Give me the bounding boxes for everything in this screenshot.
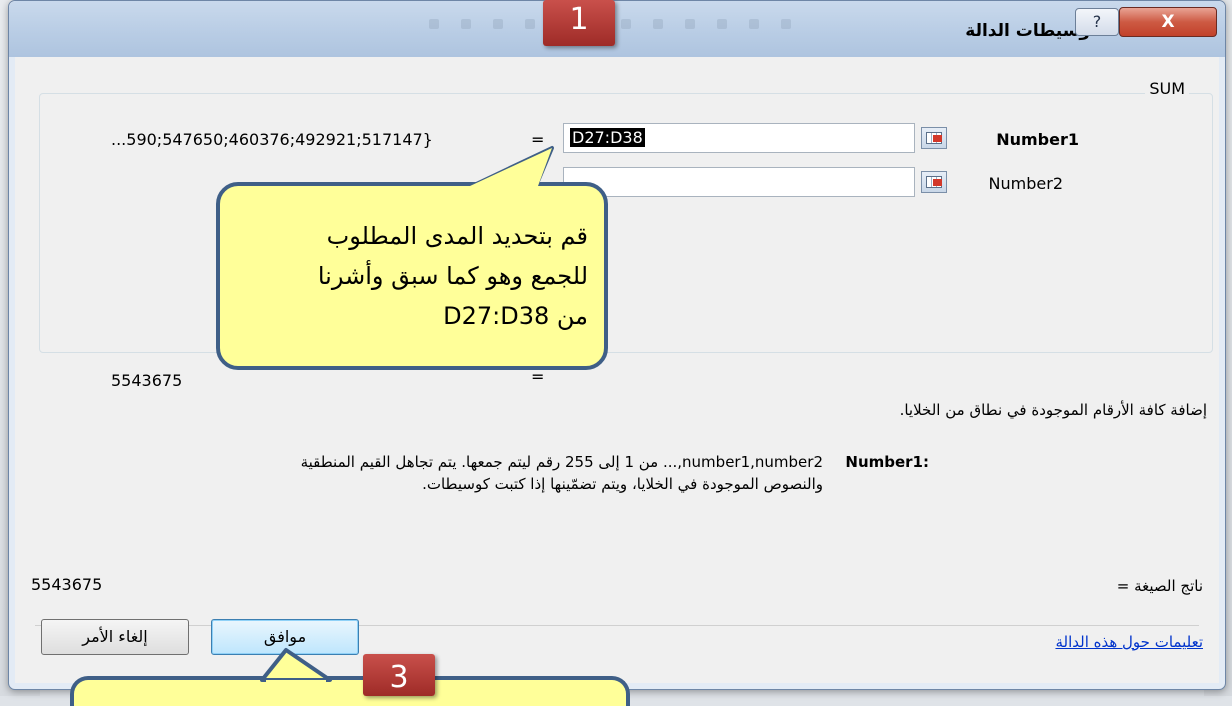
close-button[interactable]: X <box>1119 7 1217 37</box>
dialog-titlebar[interactable]: وسيطات الدالة ? X <box>9 1 1225 57</box>
arguments-total: 5543675 <box>111 371 183 390</box>
cancel-button[interactable]: إلغاء الأمر <box>41 619 189 655</box>
function-description: إضافة كافة الأرقام الموجودة في نطاق من ا… <box>899 401 1207 419</box>
number1-selected-text: D27:D38 <box>570 128 645 147</box>
help-button[interactable]: ? <box>1075 8 1119 36</box>
instruction-callout: قم بتحديد المدى المطلوب للجمع وهو كما سب… <box>216 182 608 370</box>
number1-label: Number1 <box>996 130 1079 149</box>
ok-button[interactable]: موافق <box>211 619 359 655</box>
bottom-callout <box>70 676 630 706</box>
number2-label: Number2 <box>988 174 1063 193</box>
formula-result-value: 5543675 <box>31 575 103 594</box>
number1-equals: = <box>531 130 545 149</box>
number2-collapse-range-icon[interactable] <box>921 171 947 193</box>
argument-help-line1: number1,number2,... من 1 إلى 255 رقم ليت… <box>300 453 823 471</box>
step-marker-3: 3 <box>363 654 435 696</box>
function-name-label: SUM <box>1145 79 1189 98</box>
close-icon: X <box>1161 12 1175 32</box>
formula-result-label: ناتج الصيغة = <box>1116 577 1203 595</box>
faded-toolbar-icons <box>429 13 889 33</box>
step-marker-1: 1 <box>543 0 615 46</box>
dialog-content: SUM Number1 D27:D38 = ...590;547650;4603… <box>15 57 1219 683</box>
argument-help-label: :Number1 <box>845 453 929 471</box>
callout-line1: قم بتحديد المدى المطلوب <box>326 222 588 250</box>
number2-input[interactable] <box>563 167 915 197</box>
function-help-link[interactable]: تعليمات حول هذه الدالة <box>1055 633 1203 651</box>
divider <box>35 625 1199 626</box>
number1-collapse-range-icon[interactable] <box>921 127 947 149</box>
number1-result: ...590;547650;460376;492921;517147} <box>111 130 433 149</box>
callout-line2: للجمع وهو كما سبق وأشرنا <box>317 262 588 290</box>
help-icon: ? <box>1092 12 1102 31</box>
callout-text: قم بتحديد المدى المطلوب للجمع وهو كما سب… <box>228 216 588 336</box>
number1-input[interactable]: D27:D38 <box>563 123 915 153</box>
dialog-title: وسيطات الدالة <box>965 21 1090 41</box>
function-arguments-dialog: وسيطات الدالة ? X SUM Number1 D27:D38 = … <box>8 0 1226 690</box>
argument-help-line2: والنصوص الموجودة في الخلايا، ويتم تضمّين… <box>422 475 823 493</box>
callout-line3: من D27:D38 <box>443 302 588 330</box>
